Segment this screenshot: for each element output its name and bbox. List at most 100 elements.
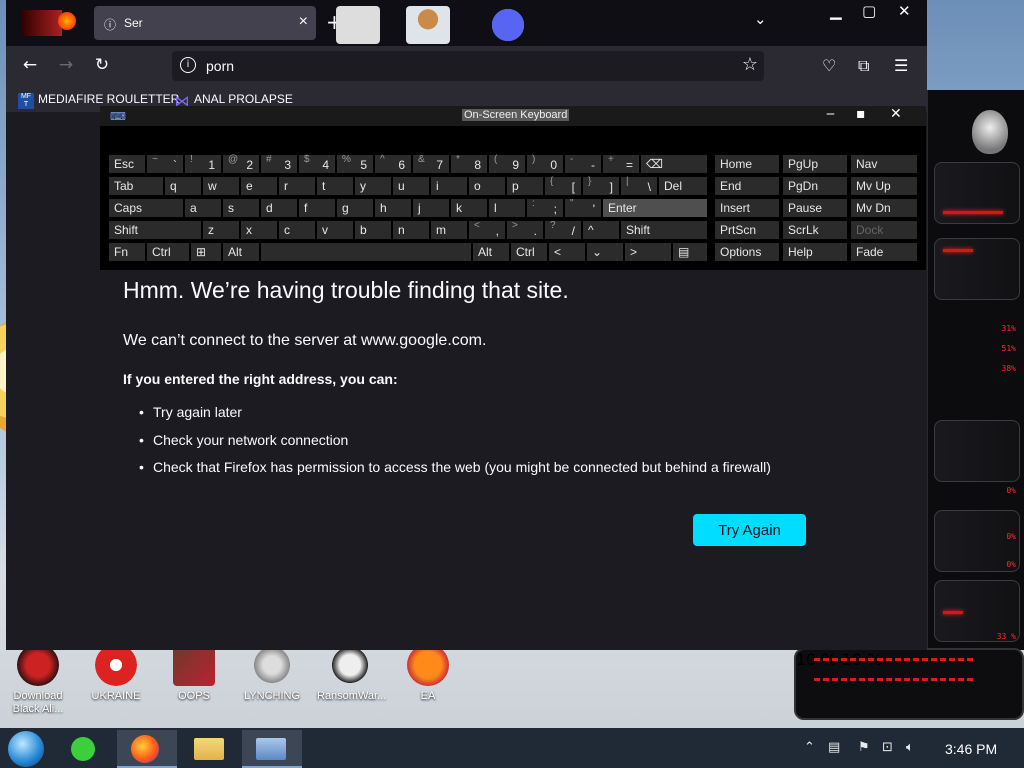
key-letter[interactable]: u <box>392 176 430 196</box>
key-number[interactable]: % 5 <box>336 154 374 174</box>
key-letter[interactable]: t <box>316 176 354 196</box>
key-number[interactable]: (9 <box>488 154 526 174</box>
show-hidden-icons[interactable]: ⌃ <box>804 740 815 755</box>
taskbar-app-osk[interactable] <box>242 730 302 768</box>
key-letter[interactable]: g <box>336 198 374 218</box>
key-space[interactable] <box>260 242 472 262</box>
desktop-icon-download[interactable]: Download Black Ali... <box>5 644 71 716</box>
taskbar-app-explorer[interactable] <box>180 730 240 768</box>
desktop-icon-ukraine[interactable]: UKRAINE <box>83 644 149 703</box>
key-esc[interactable]: Esc <box>108 154 146 174</box>
key-letter[interactable]: h <box>374 198 412 218</box>
key-mv-dn[interactable]: Mv Dn <box>850 198 918 218</box>
key-number[interactable]: @2 <box>222 154 260 174</box>
key-letter[interactable]: c <box>278 220 316 240</box>
osk-close-icon[interactable]: ✕ <box>890 106 902 122</box>
key-letter[interactable]: s <box>222 198 260 218</box>
extensions-icon[interactable]: ⧉ <box>858 56 869 76</box>
key-pgup[interactable]: PgUp <box>782 154 848 174</box>
key-letter[interactable]: y <box>354 176 392 196</box>
key-letter[interactable]: z <box>202 220 240 240</box>
key-shift-left[interactable]: Shift <box>108 220 202 240</box>
osk-title-bar[interactable]: ⌨ On-Screen Keyboard ‒ ▪ ✕ <box>100 106 926 126</box>
clock[interactable]: 3:46 PM <box>945 741 997 757</box>
key-letter[interactable]: e <box>240 176 278 196</box>
key-dock[interactable]: Dock <box>850 220 918 240</box>
close-button[interactable]: ✕ <box>898 2 911 20</box>
reload-icon[interactable]: ↻ <box>90 55 114 75</box>
key-nav[interactable]: Nav <box>850 154 918 174</box>
key-letter[interactable]: m <box>430 220 468 240</box>
key-arrow-down[interactable]: ⌄ <box>586 242 624 262</box>
forward-icon[interactable]: → <box>54 55 78 75</box>
key-mv-up[interactable]: Mv Up <box>850 176 918 196</box>
tab-close-icon[interactable]: × <box>299 13 308 31</box>
key-tab[interactable]: Tab <box>108 176 164 196</box>
minimize-button[interactable]: ▁ <box>830 2 842 20</box>
key-end[interactable]: End <box>714 176 780 196</box>
osk-maximize-icon[interactable]: ▪ <box>856 106 866 122</box>
key-letter[interactable]: o <box>468 176 506 196</box>
desktop-icon-lynching[interactable]: LYNCHING <box>239 644 305 703</box>
key-arrow-right[interactable]: > <box>624 242 672 262</box>
key-letter[interactable]: d <box>260 198 298 218</box>
key-number[interactable]: & 7 <box>412 154 450 174</box>
key-letter[interactable]: q <box>164 176 202 196</box>
action-center-flag-icon[interactable]: ⚑ <box>858 740 870 755</box>
key-letter[interactable]: l <box>488 198 526 218</box>
key-symbol[interactable]: <, <box>468 220 506 240</box>
key-del[interactable]: Del <box>658 176 708 196</box>
key-number[interactable]: -- <box>564 154 602 174</box>
bookmark-star-icon[interactable]: ☆ <box>742 54 758 75</box>
key-number[interactable]: ^ 6 <box>374 154 412 174</box>
key-letter[interactable]: w <box>202 176 240 196</box>
key-number[interactable]: #3 <box>260 154 298 174</box>
url-bar[interactable]: i porn ☆ <box>172 51 764 81</box>
back-icon[interactable]: ← <box>18 55 42 75</box>
tab-active[interactable]: ⓘ Ser × <box>94 6 316 40</box>
start-button[interactable] <box>8 731 44 767</box>
list-tabs-icon[interactable]: ⌄ <box>754 10 767 28</box>
key-menu[interactable]: ▤ <box>672 242 708 262</box>
key-symbol[interactable]: :; <box>526 198 564 218</box>
desktop-icon-ransomware[interactable]: RansomWar... <box>317 644 386 703</box>
key-number[interactable]: * 8 <box>450 154 488 174</box>
key-number[interactable]: ~ ` <box>146 154 184 174</box>
key-options[interactable]: Options <box>714 242 780 262</box>
key-ctrl-right[interactable]: Ctrl <box>510 242 548 262</box>
key-symbol[interactable]: ? / <box>544 220 582 240</box>
key-alt-right[interactable]: Alt <box>472 242 510 262</box>
key-number[interactable]: ! 1 <box>184 154 222 174</box>
key-enter[interactable]: Enter <box>602 198 708 218</box>
firefox-icon[interactable] <box>58 12 76 30</box>
key-arrow-left[interactable]: < <box>548 242 586 262</box>
key-shift-right[interactable]: Shift <box>620 220 708 240</box>
key-windows[interactable]: ⊞ <box>190 242 222 262</box>
key-letter[interactable]: k <box>450 198 488 218</box>
network-icon[interactable]: ⊡ <box>882 740 893 755</box>
key-help[interactable]: Help <box>782 242 848 262</box>
key-letter[interactable]: n <box>392 220 430 240</box>
key-number[interactable]: + = <box>602 154 640 174</box>
key-pgdn[interactable]: PgDn <box>782 176 848 196</box>
taskbar-app-notes[interactable] <box>55 730 115 768</box>
key-alt-left[interactable]: Alt <box>222 242 260 262</box>
url-input[interactable]: porn <box>206 58 234 74</box>
key-symbol[interactable]: | \ <box>620 176 658 196</box>
key-symbol[interactable]: " ' <box>564 198 602 218</box>
key-letter[interactable]: i <box>430 176 468 196</box>
key-letter[interactable]: p <box>506 176 544 196</box>
key-symbol[interactable]: {[ <box>544 176 582 196</box>
taskbar-app-firefox[interactable] <box>117 730 177 768</box>
key-arrow-up[interactable]: ^ <box>582 220 620 240</box>
pocket-icon[interactable]: ♡ <box>822 56 836 75</box>
key-fade[interactable]: Fade <box>850 242 918 262</box>
key-letter[interactable]: v <box>316 220 354 240</box>
key-symbol[interactable]: }] <box>582 176 620 196</box>
key-caps[interactable]: Caps <box>108 198 184 218</box>
key-home[interactable]: Home <box>714 154 780 174</box>
key-fn[interactable]: Fn <box>108 242 146 262</box>
maximize-button[interactable]: ▢ <box>862 2 876 20</box>
try-again-button[interactable]: Try Again <box>693 514 806 546</box>
key-letter[interactable]: f <box>298 198 336 218</box>
